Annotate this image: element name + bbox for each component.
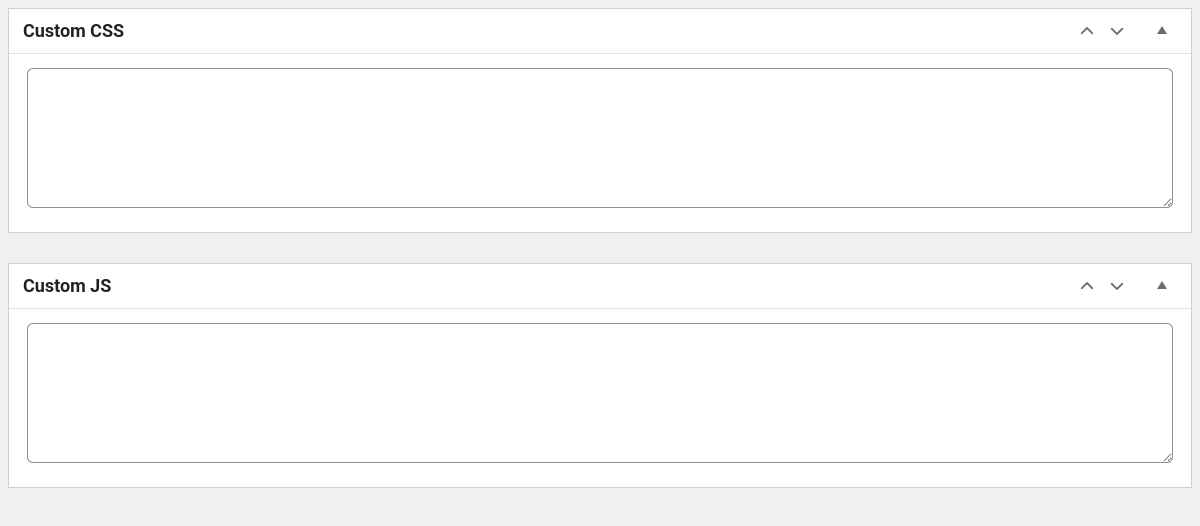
panel-body — [9, 54, 1191, 232]
collapse-toggle-button[interactable] — [1147, 274, 1177, 298]
panel-header: Custom CSS — [9, 9, 1191, 54]
panel-body — [9, 309, 1191, 487]
move-down-button[interactable] — [1105, 274, 1129, 298]
panel-title: Custom JS — [23, 276, 111, 297]
custom-js-panel: Custom JS — [8, 263, 1192, 488]
move-up-button[interactable] — [1075, 19, 1099, 43]
chevron-down-icon — [1108, 22, 1126, 40]
triangle-up-icon — [1156, 279, 1168, 294]
panel-controls — [1075, 19, 1177, 43]
collapse-toggle-button[interactable] — [1147, 19, 1177, 43]
move-down-button[interactable] — [1105, 19, 1129, 43]
custom-css-panel: Custom CSS — [8, 8, 1192, 233]
triangle-up-icon — [1156, 24, 1168, 39]
move-up-button[interactable] — [1075, 274, 1099, 298]
panel-controls — [1075, 274, 1177, 298]
chevron-down-icon — [1108, 277, 1126, 295]
panel-header: Custom JS — [9, 264, 1191, 309]
chevron-up-icon — [1078, 277, 1096, 295]
chevron-up-icon — [1078, 22, 1096, 40]
panel-title: Custom CSS — [23, 21, 124, 42]
custom-js-textarea[interactable] — [27, 323, 1173, 463]
custom-css-textarea[interactable] — [27, 68, 1173, 208]
